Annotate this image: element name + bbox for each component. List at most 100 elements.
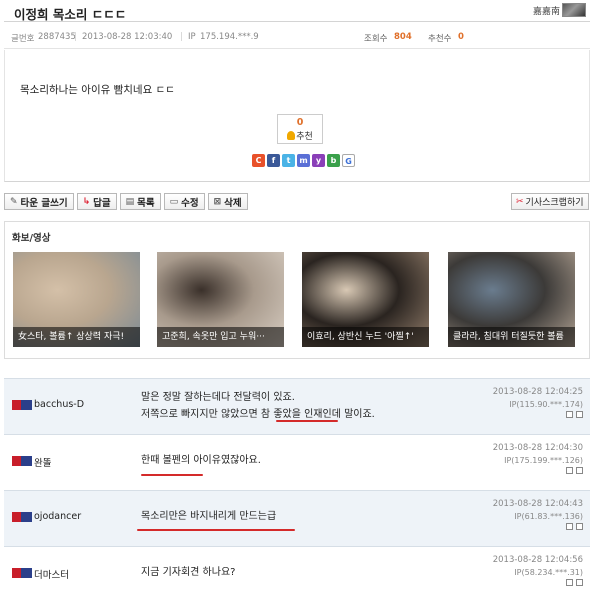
write-label: 타운 글쓰기 [20, 197, 68, 209]
views-label: 조회수 [364, 34, 388, 44]
facebook-icon[interactable]: f [267, 154, 280, 167]
media-thumbnail[interactable]: 이효리, 상반신 누드 '아찔↑' [302, 252, 429, 347]
mlb-badge-icon [12, 512, 32, 522]
list-button[interactable]: ▤ 목록 [119, 193, 161, 210]
post-title: 이정희 목소리 ㄷㄷㄷ [14, 7, 127, 22]
reply-button[interactable]: ↳ 답글 [76, 193, 117, 210]
comment-ip: IP(115.90.***.174) [509, 400, 583, 409]
thumbnail-caption[interactable]: 女스타, 볼륨↑ 상상력 자극! [13, 327, 140, 347]
comment-author[interactable]: 완똘 [34, 455, 51, 469]
comment-report-icon[interactable] [576, 467, 583, 474]
comment-ip: IP(61.83.***.136) [514, 512, 583, 521]
edit-button[interactable]: ▭ 수정 [163, 193, 205, 210]
comment-text: 한때 볼펜의 아이유였잖아요. [141, 452, 261, 469]
comment-author[interactable]: 더마스터 [34, 567, 69, 581]
media-thumbnail[interactable]: 클라라, 침대위 터질듯한 볼륨 [448, 252, 575, 347]
edit-icon: ▭ [169, 196, 179, 207]
list-label: 목록 [137, 197, 155, 209]
red-underline-annotation [276, 420, 338, 422]
comment-line: 말은 정말 잘하는데다 전달력이 있죠. [141, 392, 295, 403]
media-section: 화보/영상 女스타, 볼륨↑ 상상력 자극! 고준희, 속옷만 입고 누워··· 이… [4, 221, 590, 359]
comment-date: 2013-08-28 12:04:56 [492, 555, 583, 565]
comment-report-icon[interactable] [576, 523, 583, 530]
comment-report-icon[interactable] [576, 579, 583, 586]
comment-row: bacchus-D 말은 정말 잘하는데다 전달력이 있죠. 저쪽으로 빠지지만 않… [4, 378, 590, 434]
list-icon: ▤ [125, 196, 135, 207]
comment-ip: IP(175.199.***.126) [504, 456, 583, 465]
me2day-icon[interactable]: m [297, 154, 310, 167]
scrap-button[interactable]: ✂ 기사스크랩하기 [511, 193, 589, 210]
post-ip: 175.194.***.9 [200, 32, 259, 42]
comment-reply-icon[interactable] [566, 523, 573, 530]
comment-author[interactable]: ojodancer [34, 511, 81, 522]
delete-button[interactable]: ⊠ 삭제 [207, 193, 248, 210]
comment-list: bacchus-D 말은 정말 잘하는데다 전달력이 있죠. 저쪽으로 빠지지만 않… [4, 378, 590, 599]
views-count: 804 [394, 32, 412, 42]
comment-line: 한때 볼펜의 아이유였잖아요. [141, 455, 261, 466]
author-name[interactable]: 嘉嘉南 [533, 4, 560, 17]
post-content: 목소리하나는 아이유 빰치네요 ㄷㄷ [20, 84, 175, 96]
yozm-icon[interactable]: y [312, 154, 325, 167]
author-avatar[interactable] [562, 3, 586, 17]
red-underline-annotation [141, 474, 203, 476]
comment-line: 목소리만은 바지내리게 만드는급 [141, 511, 277, 522]
recommend-count: 0 [296, 117, 304, 128]
meta-divider: | [74, 32, 77, 42]
twitter-icon[interactable]: t [282, 154, 295, 167]
comment-date: 2013-08-28 12:04:25 [492, 387, 583, 397]
red-underline-annotation [137, 529, 295, 531]
comment-date: 2013-08-28 12:04:43 [492, 499, 583, 509]
mlb-badge-icon [12, 568, 32, 578]
post-meta: 글번호 2887435 | 2013-08-28 12:03:40 | IP 1… [4, 23, 590, 49]
comment-text: 말은 정말 잘하는데다 전달력이 있죠. 저쪽으로 빠지지만 않았으면 참 좋았을… [141, 389, 375, 423]
comment-row: 더마스터 지금 기자회견 하나요? 2013-08-28 12:04:56 IP(58… [4, 546, 590, 599]
delete-label: 삭제 [224, 197, 242, 209]
mlb-badge-icon [12, 400, 32, 410]
comment-reply-icon[interactable] [566, 467, 573, 474]
recommend-button[interactable]: 0 추천 [277, 114, 323, 144]
scrap-icon: ✂ [516, 196, 524, 207]
google-icon[interactable]: G [342, 154, 355, 167]
comment-reply-icon[interactable] [566, 579, 573, 586]
write-button[interactable]: ✎ 타운 글쓰기 [4, 193, 74, 210]
comment-reply-icon[interactable] [566, 411, 573, 418]
post-ip-label: IP [188, 32, 196, 42]
share-buttons: CftmybG [252, 154, 355, 167]
post-number-label: 글번호 [11, 34, 35, 44]
meta-divider: | [180, 32, 183, 42]
comment-actions [566, 411, 583, 418]
post-date: 2013-08-28 12:03:40 [82, 32, 173, 42]
recommend-label: 추천 [296, 132, 313, 142]
author-box[interactable]: 嘉嘉南 [533, 3, 586, 17]
c-share-icon[interactable]: C [252, 154, 265, 167]
comment-line: 지금 기자회견 하나요? [141, 567, 236, 578]
comment-line: 저쪽으로 빠지지만 않았으면 참 좋았을 인재인데 말이죠. [141, 409, 375, 420]
edit-label: 수정 [181, 197, 199, 209]
medal-icon [287, 131, 296, 140]
comment-text: 목소리만은 바지내리게 만드는급 [141, 508, 276, 525]
post-number: 2887435 [38, 32, 76, 42]
media-thumbnail[interactable]: 女스타, 볼륨↑ 상상력 자극! [13, 252, 140, 347]
comment-row: ojodancer 목소리만은 바지내리게 만드는급 2013-08-28 12:0… [4, 490, 590, 546]
post-toolbar: ✎ 타운 글쓰기 ↳ 답글 ▤ 목록 ▭ 수정 ⊠ 삭제 [4, 193, 248, 213]
mlb-badge-icon [12, 456, 32, 466]
comment-date: 2013-08-28 12:04:30 [492, 443, 583, 453]
band-icon[interactable]: b [327, 154, 340, 167]
comment-actions [566, 523, 583, 530]
reply-arrow-icon: ↳ [82, 196, 91, 207]
comment-actions [566, 579, 583, 586]
thumbnail-caption[interactable]: 고준희, 속옷만 입고 누워··· [157, 327, 284, 347]
thumbnail-caption[interactable]: 클라라, 침대위 터질듯한 볼륨 [448, 327, 575, 347]
delete-icon: ⊠ [213, 196, 222, 207]
thumbnail-caption[interactable]: 이효리, 상반신 누드 '아찔↑' [302, 327, 429, 347]
comment-author[interactable]: bacchus-D [34, 399, 84, 410]
comment-report-icon[interactable] [576, 411, 583, 418]
recommends-label: 추천수 [428, 34, 452, 44]
comment-ip: IP(58.234.***.31) [514, 568, 583, 577]
comment-text: 지금 기자회견 하나요? [141, 564, 235, 581]
post-header: 이정희 목소리 ㄷㄷㄷ 嘉嘉南 [4, 0, 590, 22]
media-title: 화보/영상 [12, 233, 51, 244]
media-thumbnail[interactable]: 고준희, 속옷만 입고 누워··· [157, 252, 284, 347]
post-body: 목소리하나는 아이유 빰치네요 ㄷㄷ 0 추천 CftmybG [4, 50, 590, 182]
reply-label: 답글 [93, 197, 111, 209]
